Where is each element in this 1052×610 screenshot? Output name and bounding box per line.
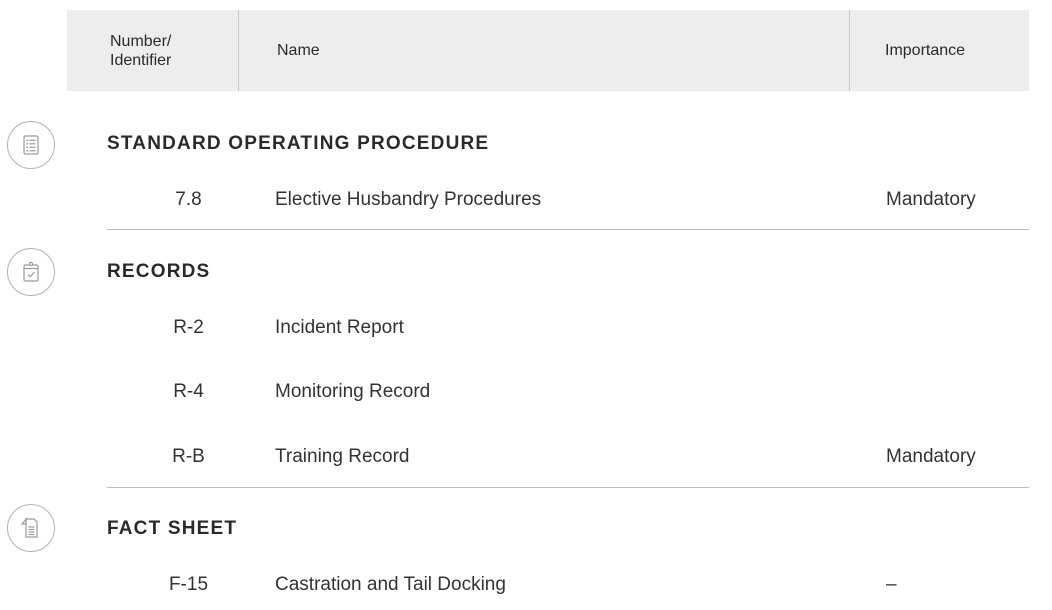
row-name[interactable]: Castration and Tail Docking bbox=[275, 574, 506, 596]
clipboard-check-icon bbox=[7, 248, 55, 296]
row-name[interactable]: Monitoring Record bbox=[275, 381, 430, 403]
row-importance: Mandatory bbox=[886, 446, 976, 467]
section-title-sop: STANDARD OPERATING PROCEDURE bbox=[107, 133, 490, 154]
table-row[interactable]: 7.8 Elective Husbandry Procedures Mandat… bbox=[107, 189, 1029, 221]
section-title-records: RECORDS bbox=[107, 261, 211, 282]
header-divider bbox=[849, 10, 850, 91]
row-name[interactable]: Incident Report bbox=[275, 317, 404, 339]
table-row[interactable]: F-15 Castration and Tail Docking – bbox=[107, 574, 1029, 606]
header-importance: Importance bbox=[885, 41, 966, 59]
row-importance: Mandatory bbox=[886, 189, 976, 210]
row-identifier: F-15 bbox=[168, 574, 209, 595]
table-row[interactable]: R-2 Incident Report bbox=[107, 317, 1029, 349]
checklist-icon bbox=[7, 121, 55, 169]
header-identifier: Number/ Identifier bbox=[110, 32, 172, 69]
header-name: Name bbox=[277, 41, 320, 59]
document-icon bbox=[7, 504, 55, 552]
row-identifier: R-B bbox=[172, 446, 205, 467]
header-divider bbox=[238, 10, 239, 91]
row-identifier: 7.8 bbox=[175, 189, 202, 210]
row-name[interactable]: Training Record bbox=[275, 446, 409, 468]
section-divider bbox=[107, 229, 1029, 230]
table-row[interactable]: R-B Training Record Mandatory bbox=[107, 446, 1029, 478]
table-header: Number/ Identifier Name Importance bbox=[67, 10, 1029, 91]
row-importance: – bbox=[886, 574, 897, 595]
row-identifier: R-4 bbox=[173, 381, 204, 402]
row-identifier: R-2 bbox=[173, 317, 204, 338]
table-row[interactable]: R-4 Monitoring Record bbox=[107, 381, 1029, 413]
section-title-fact-sheet: FACT SHEET bbox=[107, 518, 238, 539]
section-divider bbox=[107, 487, 1029, 488]
row-name[interactable]: Elective Husbandry Procedures bbox=[275, 189, 541, 211]
